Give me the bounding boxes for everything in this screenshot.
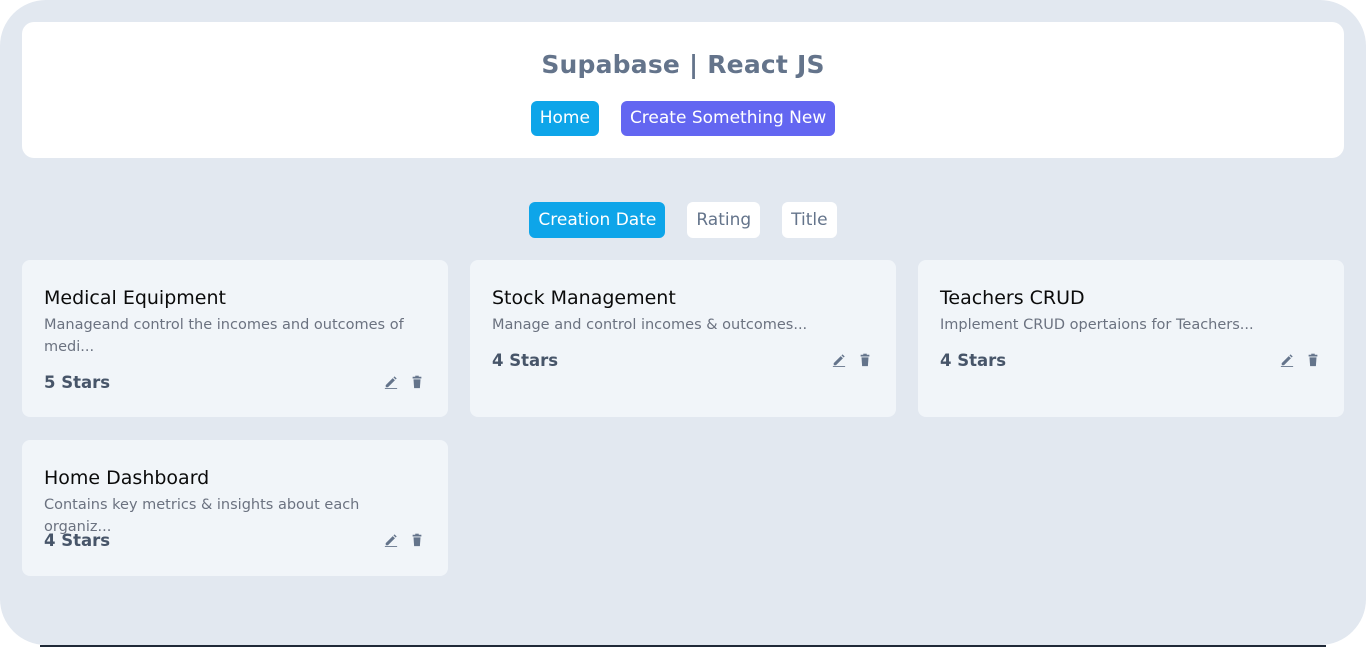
card-rating: 4 Stars — [44, 531, 111, 550]
card-description: Implement CRUD opertaions for Teachers..… — [940, 317, 1254, 333]
card-stock-management: Stock Management Manage and control inco… — [470, 260, 896, 417]
trash-icon[interactable] — [858, 353, 872, 367]
pencil-icon[interactable] — [1280, 353, 1294, 367]
card-home-dashboard: Home Dashboard Contains key metrics & in… — [22, 440, 448, 576]
pencil-icon[interactable] — [384, 375, 398, 389]
sort-bar: Creation Date Rating Title — [0, 202, 1366, 238]
pencil-icon[interactable] — [384, 533, 398, 547]
card-description: Manage and control incomes & outcomes... — [492, 317, 808, 333]
create-new-button[interactable]: Create Something New — [620, 101, 836, 136]
card-rating: 4 Stars — [492, 351, 559, 370]
pencil-icon[interactable] — [832, 353, 846, 367]
page-title: Supabase | React JS — [541, 50, 825, 79]
trash-icon[interactable] — [410, 533, 424, 547]
app-frame: Supabase | React JS Home Create Somethin… — [0, 0, 1366, 645]
main-nav: Home Create Something New — [22, 101, 1344, 136]
trash-icon[interactable] — [410, 375, 424, 389]
trash-icon[interactable] — [1306, 353, 1320, 367]
card-description: Manageand control the incomes and outcom… — [44, 317, 404, 355]
sort-by-title-button[interactable]: Title — [782, 202, 837, 238]
header: Supabase | React JS Home Create Somethin… — [22, 22, 1344, 158]
card-title: Teachers CRUD — [940, 287, 1085, 309]
card-title: Medical Equipment — [44, 287, 226, 309]
sort-by-rating-button[interactable]: Rating — [687, 202, 761, 238]
card-actions — [832, 353, 872, 367]
card-actions — [384, 533, 424, 547]
card-rating: 4 Stars — [940, 351, 1007, 370]
card-teachers-crud: Teachers CRUD Implement CRUD opertaions … — [918, 260, 1344, 417]
card-title: Home Dashboard — [44, 467, 210, 489]
card-actions — [1280, 353, 1320, 367]
card-title: Stock Management — [492, 287, 676, 309]
sort-by-creation-date-button[interactable]: Creation Date — [529, 202, 666, 238]
card-medical-equipment: Medical Equipment Manageand control the … — [22, 260, 448, 417]
home-button[interactable]: Home — [530, 101, 599, 136]
card-actions — [384, 375, 424, 389]
card-rating: 5 Stars — [44, 373, 111, 392]
